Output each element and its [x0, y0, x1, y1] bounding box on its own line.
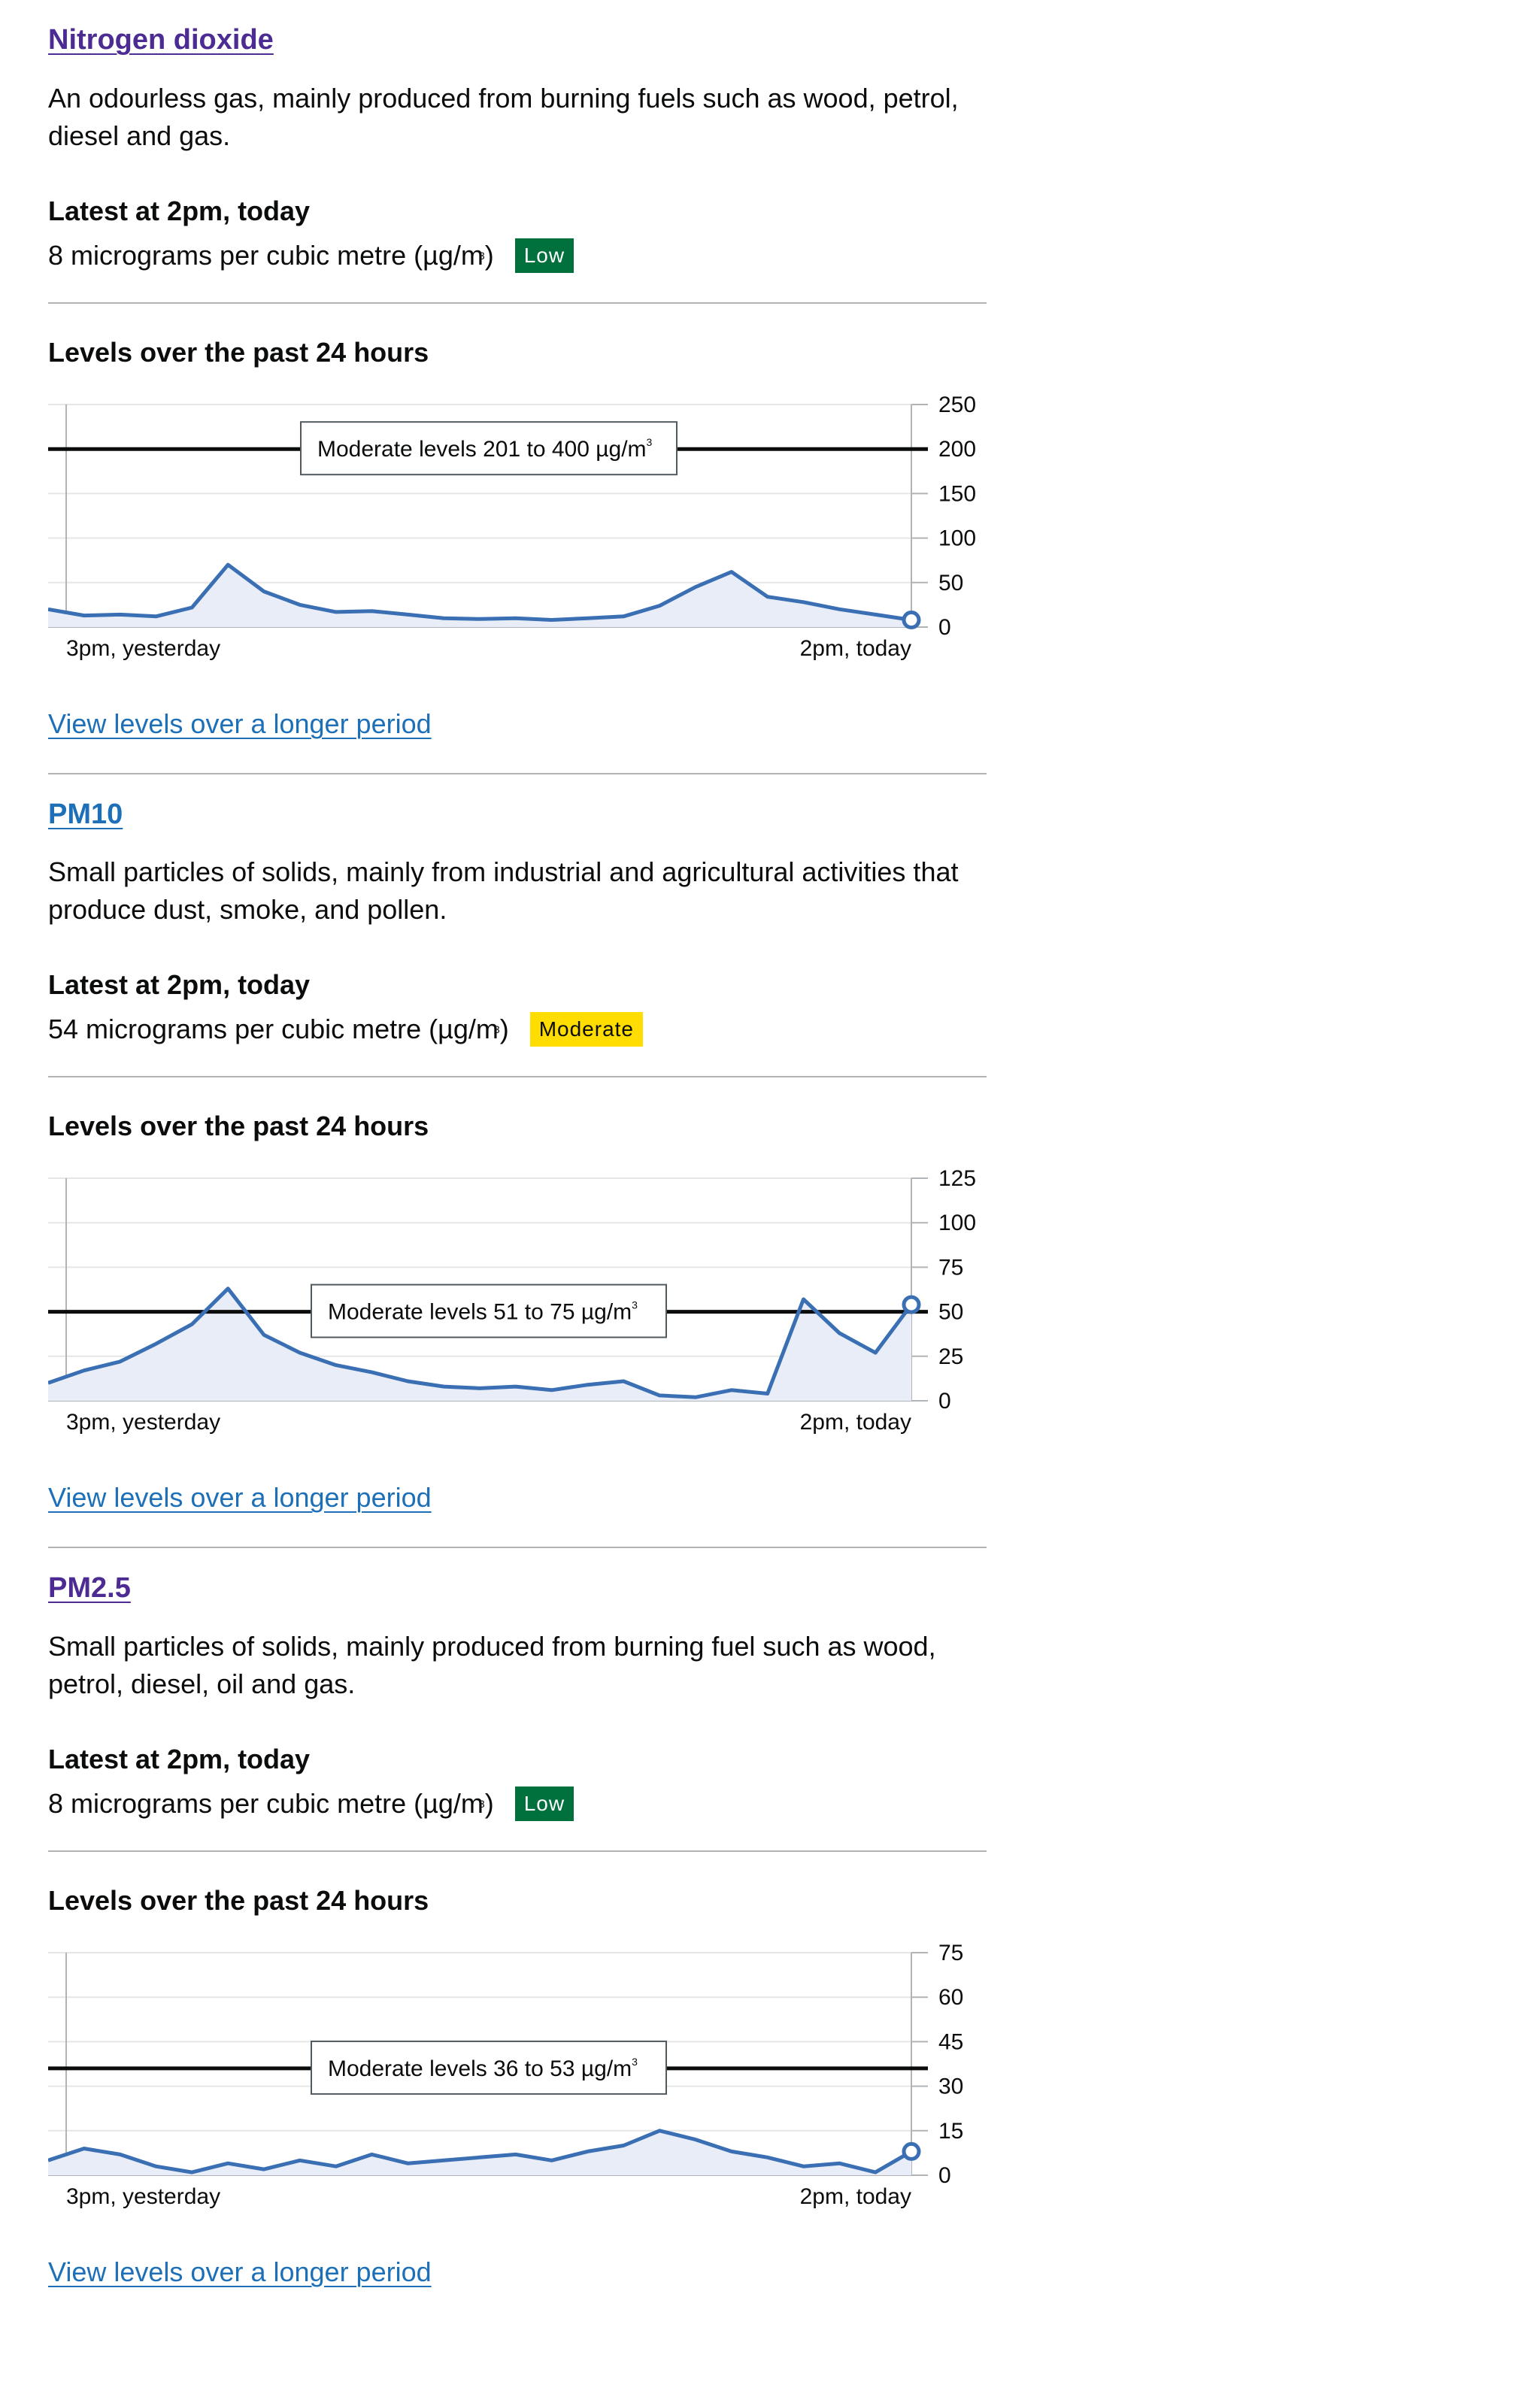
latest-value: 8 micrograms per cubic metre (µg/m [48, 239, 484, 271]
latest-heading: Latest at 2pm, today [48, 1744, 311, 1775]
pollutant-section-nitrogen-dioxide: Nitrogen dioxide An odourless gas, mainl… [48, 0, 987, 740]
unit-superscript: 3 [478, 249, 485, 262]
latest-value: 8 micrograms per cubic metre (µg/m [48, 1788, 484, 1820]
latest-value: 54 micrograms per cubic metre (µg/m [48, 1014, 499, 1045]
y-tick-label: 75 [938, 1256, 963, 1280]
status-badge: Low [514, 238, 574, 273]
view-longer-period-link[interactable]: View levels over a longer period [48, 2256, 432, 2288]
y-tick-label: 0 [938, 615, 951, 640]
latest-value-suffix: ) [499, 1014, 509, 1045]
pollutant-title-link[interactable]: PM2.5 [48, 1572, 131, 1605]
chart-heading: Levels over the past 24 hours [48, 1111, 429, 1142]
y-tick-label: 75 [938, 1941, 963, 1965]
threshold-label-superscript: 3 [647, 436, 653, 448]
latest-heading: Latest at 2pm, today [48, 969, 311, 1001]
unit-superscript: 3 [478, 1798, 485, 1811]
x-label-end: 2pm, today [800, 2184, 911, 2209]
divider [48, 1076, 987, 1078]
threshold-label-superscript: 3 [632, 1299, 638, 1311]
status-badge: Low [514, 1786, 574, 1822]
levels-chart: 75 60 45 30 15 0 Moderate levels 36 to 53 µg/m… [48, 1941, 963, 2209]
chart-heading: Levels over the past 24 hours [48, 336, 429, 368]
pollutant-list: Nitrogen dioxide An odourless gas, mainl… [48, 0, 987, 2288]
chart-heading: Levels over the past 24 hours [48, 1885, 429, 1917]
y-tick-label: 30 [938, 2074, 963, 2099]
y-tick-label: 25 [938, 1344, 963, 1369]
y-tick-label: 100 [938, 526, 976, 550]
y-tick-label: 125 [938, 1166, 976, 1191]
x-label-end: 2pm, today [800, 1410, 911, 1435]
levels-chart: 125 100 75 50 25 0 Moderate levels 51 to 75 µg… [48, 1166, 976, 1435]
divider [48, 1850, 987, 1853]
latest-reading: 8 micrograms per cubic metre (µg/m 3) Low [48, 1786, 987, 1822]
y-tick-label: 60 [938, 1985, 963, 2010]
pollutant-title-link[interactable]: PM10 [48, 799, 123, 832]
view-longer-period-link[interactable]: View levels over a longer period [48, 1482, 432, 1514]
x-label-end: 2pm, today [800, 636, 911, 661]
pollutant-section-pm10: PM10 Small particles of solids, mainly f… [48, 774, 987, 1514]
y-tick-label: 45 [938, 2029, 963, 2054]
y-tick-label: 150 [938, 481, 976, 506]
x-label-start: 3pm, yesterday [66, 1410, 220, 1435]
y-tick-label: 15 [938, 2119, 963, 2144]
y-tick-label: 50 [938, 1300, 963, 1325]
threshold-label: Moderate levels 51 to 75 µg/m3 [328, 1299, 638, 1325]
latest-point-marker [902, 1296, 921, 1315]
y-tick-label: 0 [938, 1389, 951, 1414]
pollutant-section-pm25: PM2.5 Small particles of solids, mainly … [48, 1548, 987, 2288]
latest-reading: 54 micrograms per cubic metre (µg/m 3) Mo… [48, 1011, 987, 1047]
threshold-label-superscript: 3 [632, 2056, 638, 2068]
unit-superscript: 3 [493, 1023, 500, 1036]
latest-reading: 8 micrograms per cubic metre (µg/m 3) Low [48, 238, 987, 274]
y-tick-label: 0 [938, 2163, 951, 2188]
y-tick-label: 250 [938, 392, 976, 417]
latest-heading: Latest at 2pm, today [48, 195, 311, 226]
latest-value-suffix: ) [484, 1788, 494, 1820]
view-longer-period-link[interactable]: View levels over a longer period [48, 708, 432, 740]
status-badge: Moderate [529, 1012, 643, 1047]
pollutant-title-link[interactable]: Nitrogen dioxide [48, 24, 274, 57]
levels-chart: 250 200 150 100 50 0 Moderate levels 201 to 40… [48, 392, 976, 661]
pollutant-description: Small particles of solids, mainly produc… [48, 1631, 936, 1700]
y-tick-label: 100 [938, 1211, 976, 1236]
threshold-label: Moderate levels 36 to 53 µg/m3 [328, 2056, 638, 2081]
pollutant-description: An odourless gas, mainly produced from b… [48, 82, 959, 151]
pollutant-description: Small particles of solids, mainly from i… [48, 856, 959, 926]
threshold-label: Moderate levels 201 to 400 µg/m3 [317, 436, 653, 462]
divider [48, 302, 987, 304]
latest-value-suffix: ) [484, 239, 494, 271]
y-tick-label: 200 [938, 437, 976, 462]
latest-point-marker [902, 610, 921, 629]
latest-point-marker [902, 2141, 921, 2161]
x-label-start: 3pm, yesterday [66, 2184, 220, 2209]
x-label-start: 3pm, yesterday [66, 636, 220, 661]
y-tick-label: 50 [938, 570, 963, 595]
